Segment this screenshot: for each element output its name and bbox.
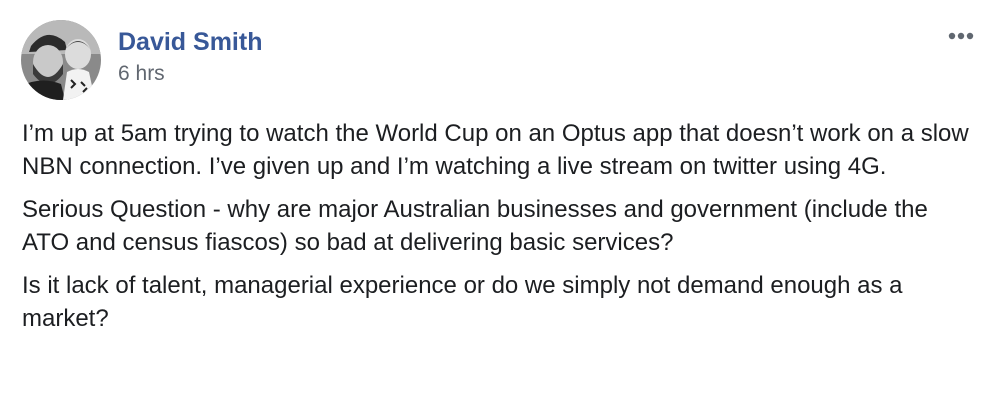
post-paragraph: Is it lack of talent, managerial experie… <box>22 272 903 332</box>
post-paragraph: I’m up at 5am trying to watch the World … <box>22 120 969 180</box>
post-meta: David Smith 6 hrs <box>118 20 262 87</box>
post-timestamp-link[interactable]: 6 hrs <box>118 61 262 87</box>
post-header: David Smith 6 hrs <box>21 20 262 100</box>
more-options-button[interactable] <box>944 26 978 46</box>
more-horizontal-icon <box>948 32 974 40</box>
post-paragraph: Serious Question - why are major Austral… <box>22 196 928 256</box>
post-card: David Smith 6 hrs I’m up at 5am trying t… <box>0 0 986 412</box>
profile-photo-icon <box>21 20 101 100</box>
post-body: I’m up at 5am trying to watch the World … <box>22 117 972 345</box>
author-name-link[interactable]: David Smith <box>118 27 262 57</box>
avatar[interactable] <box>21 20 101 100</box>
